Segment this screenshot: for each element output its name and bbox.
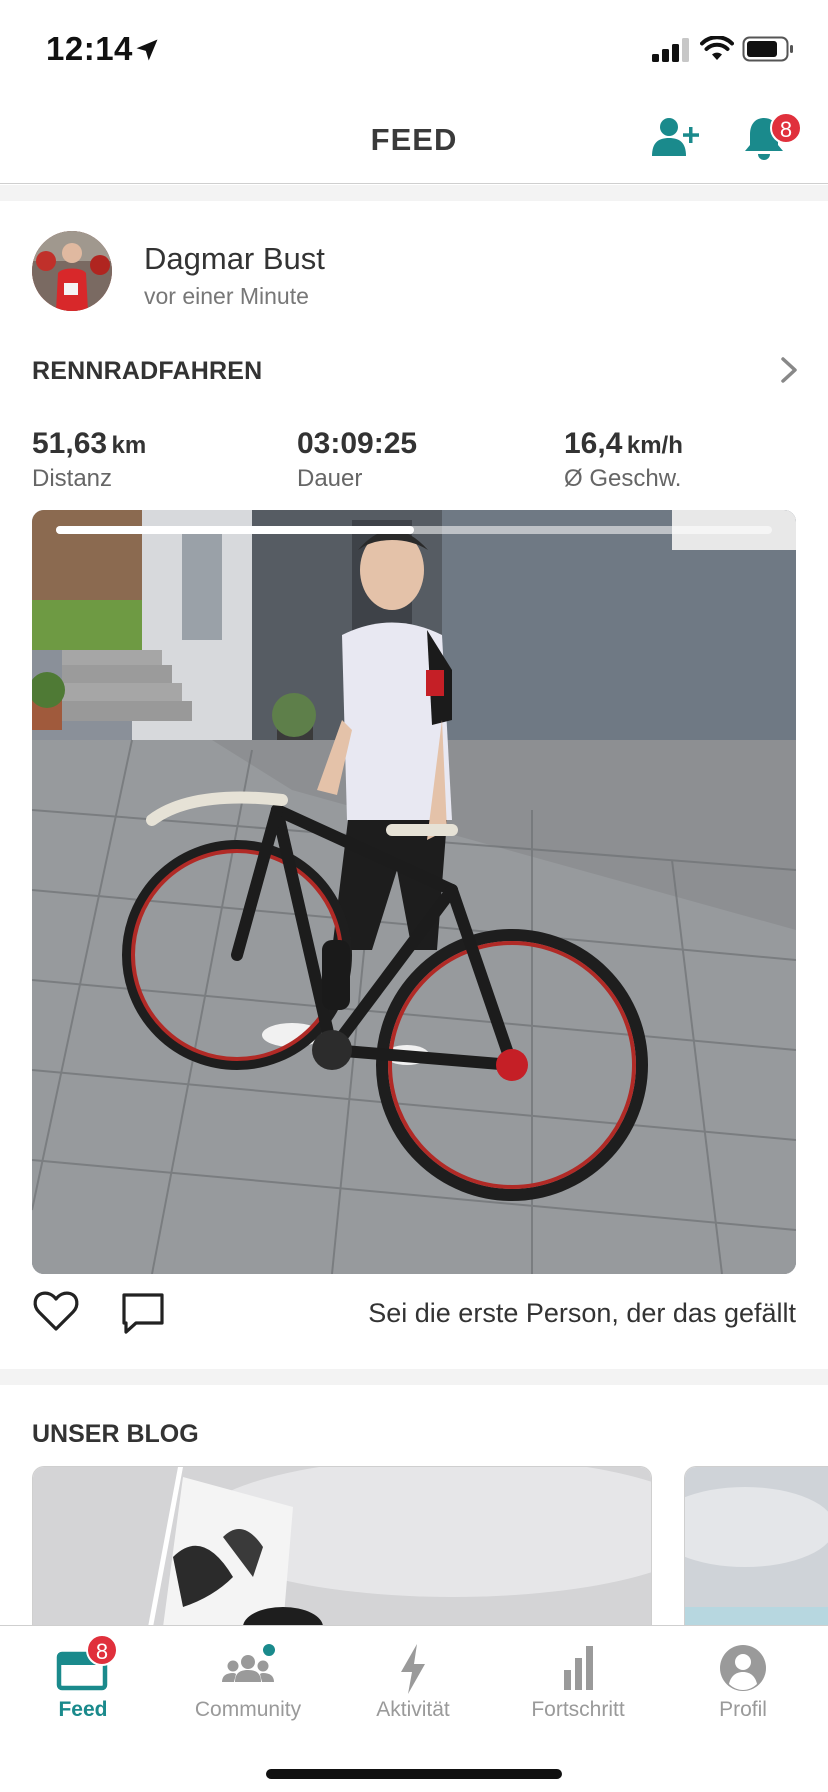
stat-value: 51,63	[32, 427, 108, 460]
tab-community[interactable]: Community	[165, 1626, 331, 1736]
user-avatar[interactable]	[32, 231, 112, 311]
blog-section-title: UNSER BLOG	[32, 1420, 199, 1448]
tab-profil[interactable]: Profil	[660, 1626, 826, 1736]
bottom-tab-bar: 8 Feed Community Aktivität Fortschritt P…	[0, 1625, 828, 1792]
cellular-signal-icon	[652, 38, 689, 62]
tab-label: Aktivität	[376, 1698, 450, 1721]
post-author-name[interactable]: Dagmar Bust	[144, 241, 325, 277]
add-friend-icon[interactable]	[650, 116, 700, 160]
tab-aktivitaet[interactable]: Aktivität	[330, 1626, 496, 1736]
lightning-icon	[401, 1644, 425, 1694]
profile-icon	[720, 1645, 766, 1691]
tab-feed[interactable]: 8 Feed	[0, 1626, 166, 1736]
tab-label: Feed	[58, 1698, 108, 1721]
status-time: 12:14	[46, 30, 133, 67]
page-title: FEED	[370, 122, 458, 157]
carousel-progress-fill	[56, 526, 414, 534]
post-timestamp: vor einer Minute	[144, 283, 309, 309]
notification-count-badge: 8	[770, 112, 802, 144]
activity-type-label[interactable]: RENNRADFAHREN	[32, 357, 262, 386]
section-divider	[0, 185, 828, 201]
stat-duration: 03:09:25 Dauer	[297, 427, 417, 493]
blog-card[interactable]	[684, 1466, 828, 1626]
app-header: FEED 8	[0, 96, 828, 184]
community-new-dot	[261, 1642, 277, 1658]
heart-icon[interactable]	[32, 1289, 80, 1333]
tab-label: Community	[194, 1698, 302, 1721]
likes-summary-text: Sei die erste Person, der das gefällt	[368, 1298, 796, 1328]
stat-value: 03:09:25	[297, 427, 418, 460]
comment-icon[interactable]	[120, 1291, 166, 1335]
chevron-right-icon[interactable]	[774, 353, 804, 387]
tab-label: Fortschritt	[531, 1698, 625, 1721]
blog-card[interactable]	[32, 1466, 652, 1626]
stat-unit: km	[111, 432, 147, 459]
wifi-icon	[700, 36, 734, 60]
feed-post-card: Dagmar Bust vor einer Minute RENNRADFAHR…	[0, 201, 828, 1369]
battery-icon	[742, 36, 793, 62]
location-arrow-icon	[136, 39, 158, 61]
activity-photo[interactable]	[32, 510, 796, 1274]
feed-count-badge: 8	[86, 1634, 118, 1666]
bar-chart-icon	[564, 1646, 593, 1690]
stat-label: Dauer	[297, 465, 363, 492]
tab-label: Profil	[719, 1698, 767, 1721]
home-indicator[interactable]	[266, 1769, 562, 1779]
stat-avg-speed: 16,4 km/h Ø Geschw.	[564, 427, 683, 493]
stat-distance: 51,63 km Distanz	[32, 427, 146, 493]
stat-label: Ø Geschw.	[564, 465, 682, 492]
stat-value: 16,4	[564, 427, 623, 460]
stat-unit: km/h	[626, 432, 683, 459]
tab-fortschritt[interactable]: Fortschritt	[495, 1626, 661, 1736]
section-divider	[0, 1369, 828, 1385]
stat-label: Distanz	[32, 465, 113, 492]
carousel-progress-track	[56, 526, 772, 534]
status-bar: 12:14	[0, 0, 828, 96]
